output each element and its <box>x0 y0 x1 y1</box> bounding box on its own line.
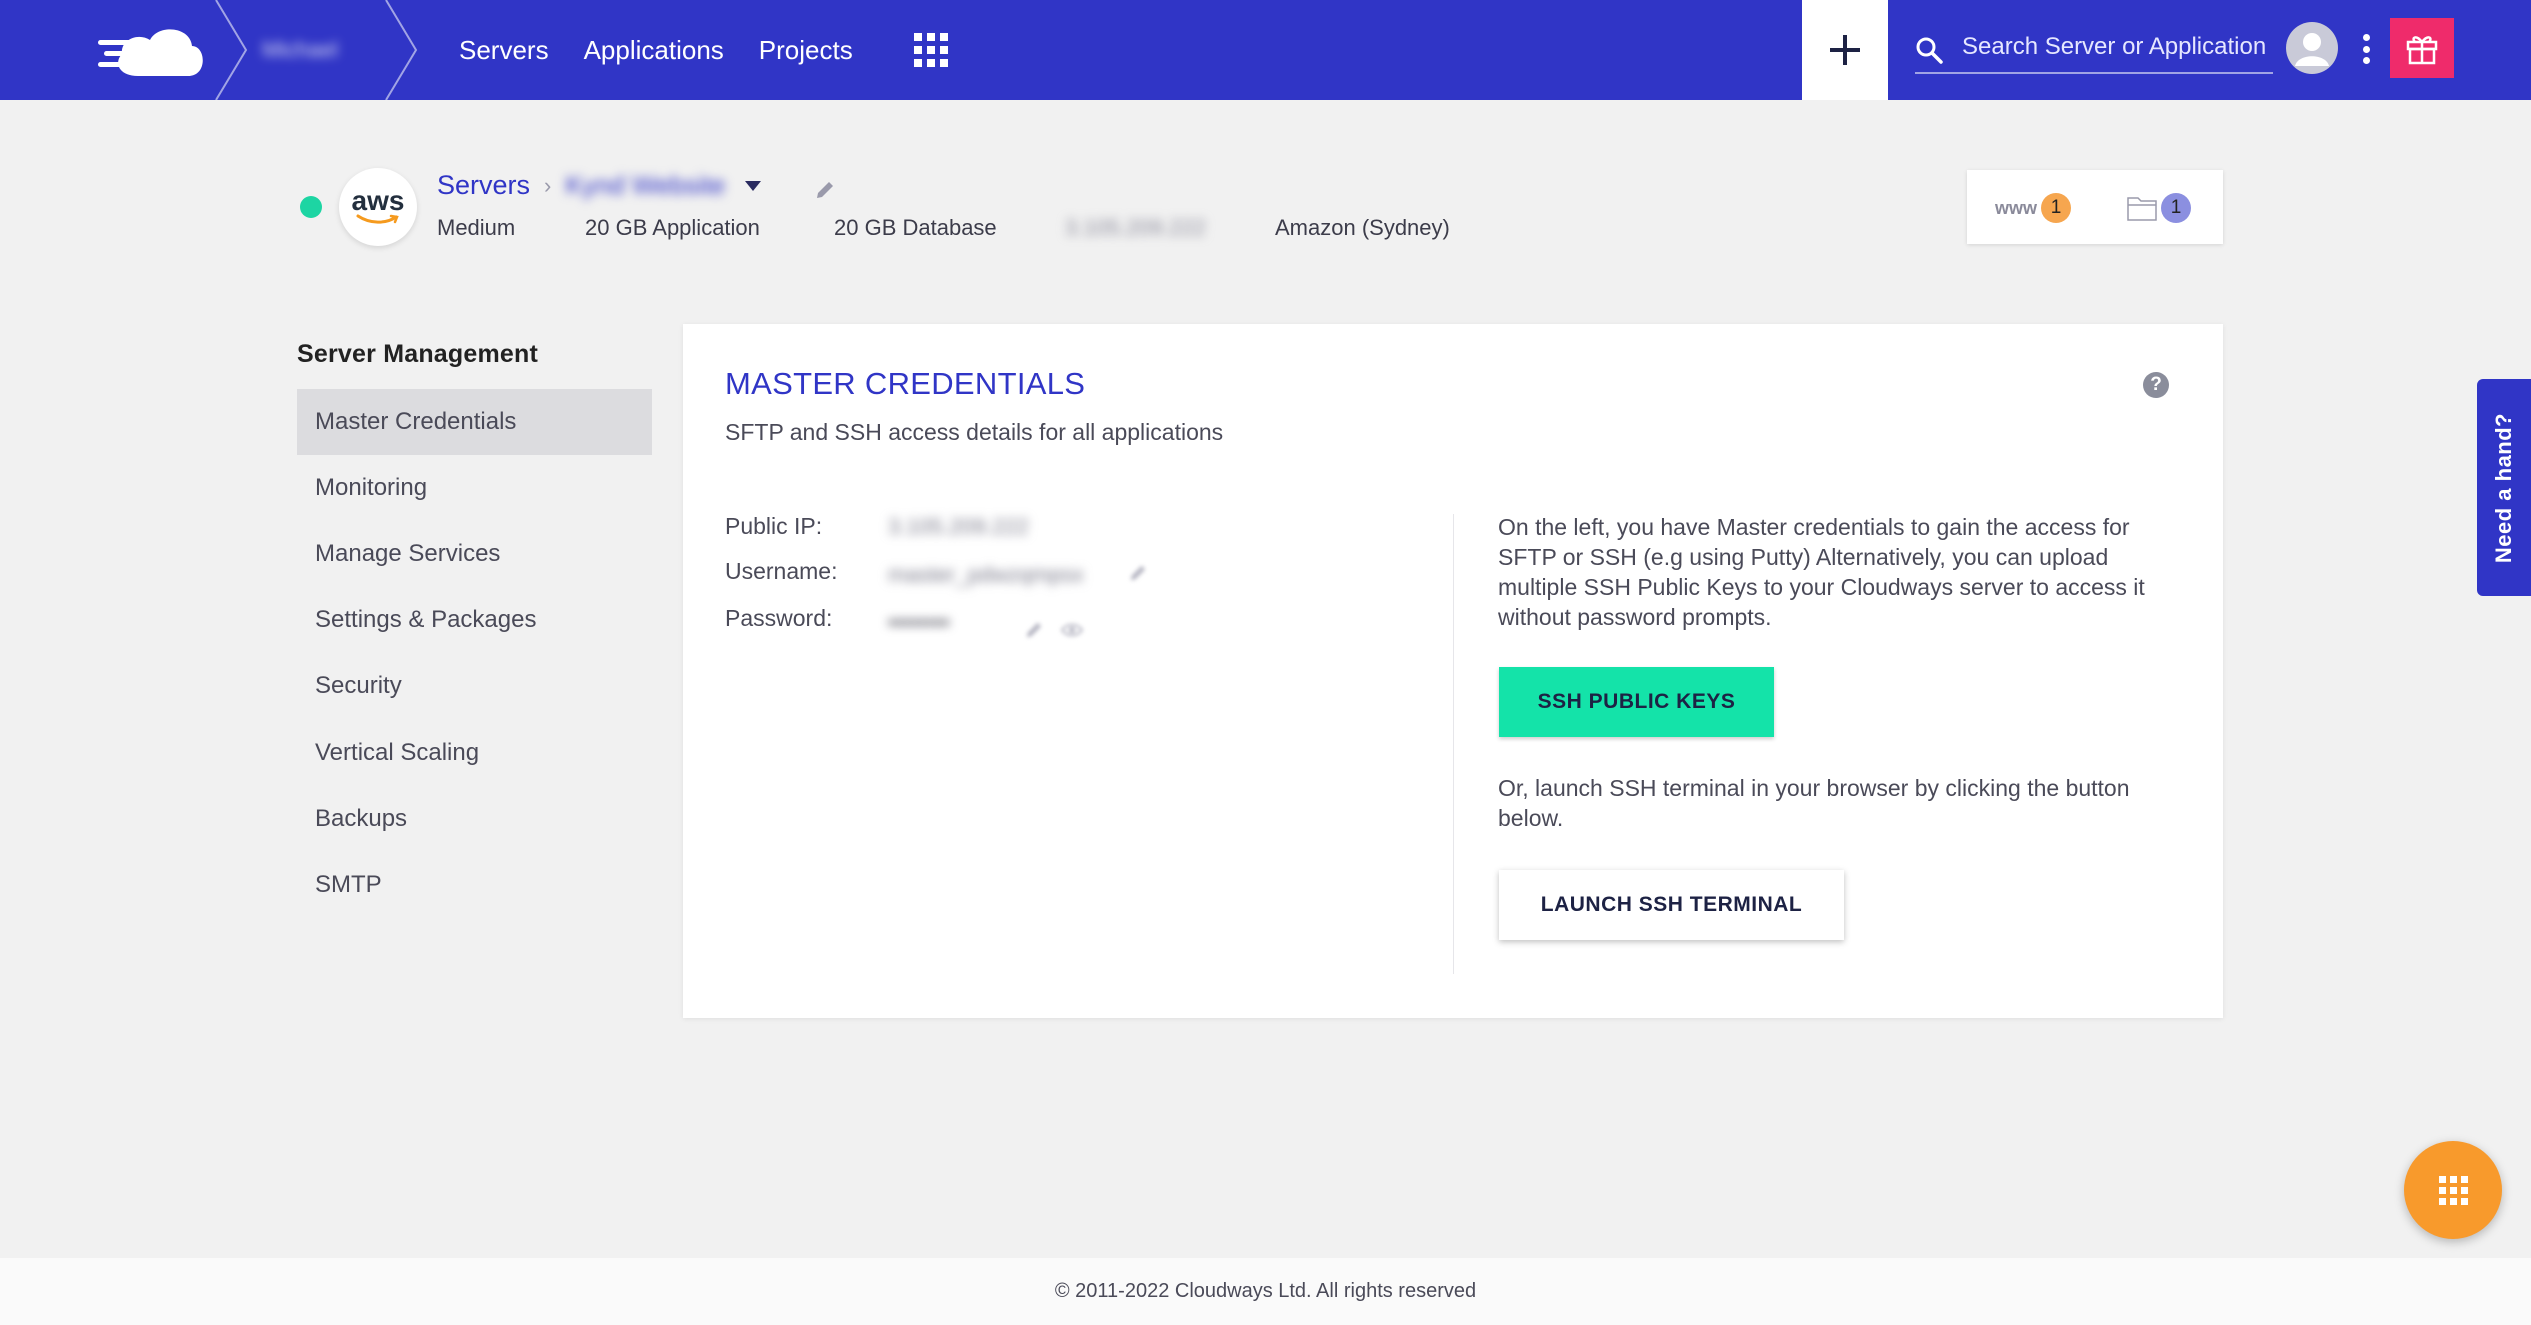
username-value: master_pdwzqmpsx <box>888 562 1084 587</box>
page-title: MASTER CREDENTIALS <box>725 366 1086 401</box>
password-value: •••••••• <box>888 610 950 635</box>
server-status-indicator <box>300 196 322 218</box>
projects-counter[interactable]: 1 <box>2127 193 2191 223</box>
server-app-storage: 20 GB Application <box>585 215 760 240</box>
nav-applications[interactable]: Applications <box>584 35 724 66</box>
gift-icon <box>2406 36 2438 65</box>
grid-icon <box>2438 1175 2468 1205</box>
public-ip-value: 3.105.209.222 <box>888 514 1029 539</box>
divider <box>1453 514 1454 974</box>
sidebar-item-manage-services[interactable]: Manage Services <box>297 521 652 587</box>
server-ip: 3.105.209.222 <box>1065 215 1206 240</box>
sidebar-item-monitoring[interactable]: Monitoring <box>297 455 652 521</box>
apps-grid-icon[interactable] <box>914 33 948 67</box>
aws-provider-logo: aws <box>339 168 417 246</box>
server-size: Medium <box>437 215 516 240</box>
username-label: Username: <box>725 558 838 584</box>
www-icon: www <box>1995 197 2038 218</box>
main-nav: Servers Applications Projects <box>459 0 853 100</box>
server-breadcrumb: Servers › Kynd Website <box>437 170 762 201</box>
master-credentials-card: MASTER CREDENTIALS SFTP and SSH access d… <box>683 324 2223 1018</box>
sidebar-item-vertical-scaling[interactable]: Vertical Scaling <box>297 720 652 786</box>
user-avatar-icon <box>2295 33 2329 66</box>
server-switch-dropdown-icon[interactable] <box>745 180 762 191</box>
terminal-info-text: Or, launch SSH terminal in your browser … <box>1498 775 2130 831</box>
edit-username-icon[interactable] <box>1129 564 1147 582</box>
breadcrumb-user[interactable]: Michael <box>215 0 385 100</box>
show-password-eye-icon[interactable] <box>1061 622 1083 638</box>
applications-count-badge: 1 <box>2041 193 2072 223</box>
server-name[interactable]: Kynd Website <box>565 170 725 201</box>
public-ip-label: Public IP: <box>725 513 823 539</box>
projects-count-badge: 1 <box>2161 193 2191 223</box>
servers-link[interactable]: Servers <box>437 170 530 201</box>
edit-password-icon[interactable] <box>1025 621 1043 639</box>
copyright-text: © 2011-2022 Cloudways Ltd. All rights re… <box>1054 1280 1477 1302</box>
sidebar-title: Server Management <box>297 340 538 368</box>
search-input[interactable] <box>1962 33 2272 61</box>
server-db-storage: 20 GB Database <box>834 215 997 240</box>
avatar[interactable] <box>2286 22 2338 74</box>
credentials-info-text: On the left, you have Master credentials… <box>1498 514 2145 630</box>
ssh-public-keys-button[interactable]: SSH PUBLIC KEYS <box>1499 667 1774 737</box>
sidebar-item-security[interactable]: Security <box>297 653 652 719</box>
need-a-hand-tab[interactable]: Need a hand? <box>2477 379 2531 596</box>
floating-apps-button[interactable] <box>2404 1141 2502 1239</box>
applications-counter[interactable]: www 1 <box>1995 193 2072 223</box>
edit-server-name-icon[interactable] <box>815 180 835 200</box>
search-icon <box>1916 37 1943 64</box>
sidebar-item-settings-packages[interactable]: Settings & Packages <box>297 587 652 653</box>
server-counters: www 1 1 <box>1967 170 2223 244</box>
folder-icon <box>2127 197 2157 221</box>
nav-projects[interactable]: Projects <box>759 35 853 66</box>
gift-button[interactable] <box>2390 18 2454 78</box>
page-subtitle: SFTP and SSH access details for all appl… <box>725 419 1224 445</box>
plus-icon <box>1830 35 1860 65</box>
sidebar-item-master-credentials[interactable]: Master Credentials <box>297 389 652 455</box>
chevron-right-icon: › <box>544 172 552 198</box>
aws-smile-icon <box>356 214 399 224</box>
password-label: Password: <box>725 605 833 631</box>
add-button[interactable] <box>1802 0 1888 100</box>
breadcrumb-separator-icon <box>385 0 418 100</box>
top-navbar: Michael Servers Applications Projects <box>0 0 2531 100</box>
server-location: Amazon (Sydney) <box>1275 215 1450 240</box>
cloudways-logo-icon[interactable] <box>98 18 208 80</box>
help-icon[interactable]: ? <box>2143 372 2169 398</box>
sidebar-item-smtp[interactable]: SMTP <box>297 852 652 918</box>
launch-ssh-terminal-button[interactable]: LAUNCH SSH TERMINAL <box>1499 870 1844 940</box>
nav-servers[interactable]: Servers <box>459 35 549 66</box>
sidebar-item-backups[interactable]: Backups <box>297 786 652 852</box>
search-bar <box>1915 22 2273 74</box>
need-a-hand-label: Need a hand? <box>2491 412 2516 563</box>
more-menu-icon[interactable] <box>2362 34 2370 64</box>
footer: © 2011-2022 Cloudways Ltd. All rights re… <box>0 1258 2531 1325</box>
